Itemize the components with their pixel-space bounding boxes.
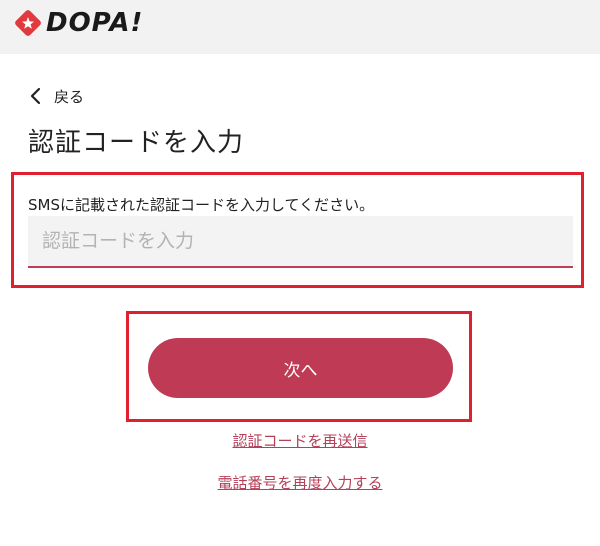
instruction-text: SMSに記載された認証コードを入力してください。 xyxy=(28,196,375,214)
logo[interactable]: DOPA! xyxy=(14,7,143,39)
resend-code-link[interactable]: 認証コードを再送信 xyxy=(0,430,600,451)
page-title: 認証コードを入力 xyxy=(28,128,245,158)
reenter-phone-link[interactable]: 電話番号を再度入力する xyxy=(0,472,600,493)
chevron-left-icon xyxy=(30,87,41,105)
back-label: 戻る xyxy=(54,87,85,106)
logo-wordmark: DOPA! xyxy=(46,8,144,38)
verification-code-input[interactable] xyxy=(28,216,573,268)
page: DOPA! 戻る 認証コードを入力 SMSに記載された認証コードを入力してくださ… xyxy=(0,0,600,546)
header-bar: DOPA! xyxy=(0,0,600,54)
back-link[interactable]: 戻る xyxy=(28,84,84,108)
next-button[interactable]: 次へ xyxy=(148,338,453,398)
diamond-star-icon xyxy=(15,10,41,36)
